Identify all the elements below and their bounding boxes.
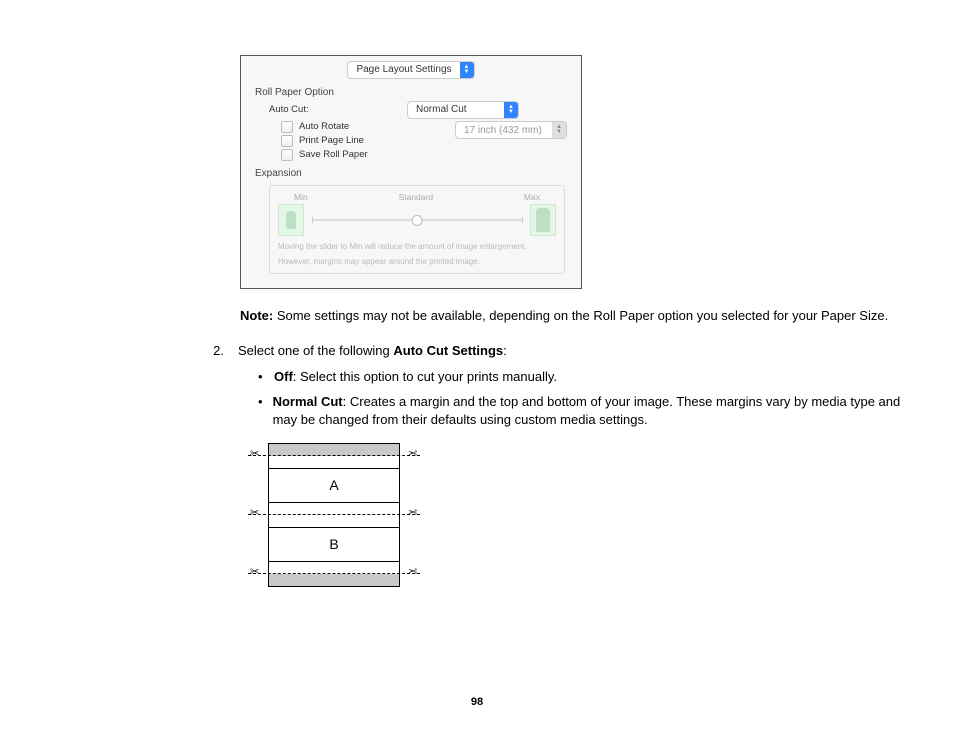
page-number: 98 (0, 696, 954, 708)
page-layout-select-label: Page Layout Settings (348, 64, 459, 75)
bullet-normal-cut: • Normal Cut: Creates a margin and the t… (258, 393, 924, 429)
updown-icon: ▲▼ (460, 62, 474, 78)
paper-width-select: 17 inch (432 mm) ▲▼ (455, 121, 567, 139)
expansion-slider[interactable] (312, 219, 522, 221)
scissors-icon: ✂ (408, 508, 417, 519)
bullet-icon: • (258, 368, 264, 386)
page-layout-select[interactable]: Page Layout Settings ▲▼ (347, 61, 474, 79)
expansion-slider-box: Min Standard Max Moving the slider to Mi… (269, 185, 565, 274)
scissors-icon: ✂ (250, 449, 259, 460)
roll-paper-heading: Roll Paper Option (241, 85, 581, 100)
scissors-icon: ✂ (250, 508, 259, 519)
note-paragraph: Note: Some settings may not be available… (240, 307, 924, 325)
auto-rotate-checkbox[interactable]: Auto Rotate (241, 120, 455, 134)
note-prefix: Note: (240, 308, 273, 323)
diagram-label-b: B (269, 536, 399, 552)
checkbox-icon (281, 149, 293, 161)
step-2: 2. Select one of the following Auto Cut … (210, 342, 924, 360)
auto-cut-label: Auto Cut: (269, 104, 399, 115)
step-number: 2. (210, 342, 224, 360)
slider-min-label: Min (294, 192, 308, 202)
bullet-icon: • (258, 393, 263, 429)
auto-cut-select[interactable]: Normal Cut ▲▼ (407, 101, 519, 119)
diagram-label-a: A (269, 477, 399, 493)
checkbox-icon (281, 135, 293, 147)
scissors-icon: ✂ (408, 567, 417, 578)
paper-width-value: 17 inch (432 mm) (456, 125, 552, 136)
expansion-hint-2: However, margins may appear around the p… (278, 257, 556, 267)
bullet-off: • Off: Select this option to cut your pr… (258, 368, 924, 386)
print-page-line-label: Print Page Line (299, 135, 364, 146)
updown-icon: ▲▼ (552, 122, 566, 138)
auto-rotate-label: Auto Rotate (299, 121, 349, 132)
expansion-preview-min (278, 204, 304, 236)
note-body: Some settings may not be available, depe… (273, 308, 888, 323)
expansion-heading: Expansion (241, 162, 581, 181)
step-text: Select one of the following Auto Cut Set… (238, 342, 507, 360)
settings-panel-screenshot: Page Layout Settings ▲▼ Roll Paper Optio… (240, 55, 582, 289)
print-page-line-checkbox[interactable]: Print Page Line (241, 134, 455, 148)
scissors-icon: ✂ (250, 567, 259, 578)
normal-cut-diagram: ✂ ✂ A ✂ ✂ B ✂ ✂ (268, 443, 400, 587)
scissors-icon: ✂ (408, 449, 417, 460)
save-roll-paper-checkbox[interactable]: Save Roll Paper (241, 148, 455, 162)
updown-icon: ▲▼ (504, 102, 518, 118)
slider-max-label: Max (524, 192, 540, 202)
expansion-hint-1: Moving the slider to Min will reduce the… (278, 242, 556, 252)
auto-cut-value: Normal Cut (408, 104, 504, 115)
checkbox-icon (281, 121, 293, 133)
save-roll-paper-label: Save Roll Paper (299, 149, 368, 160)
expansion-preview-max (530, 204, 556, 236)
slider-knob-icon[interactable] (412, 215, 423, 226)
slider-standard-label: Standard (399, 192, 434, 202)
